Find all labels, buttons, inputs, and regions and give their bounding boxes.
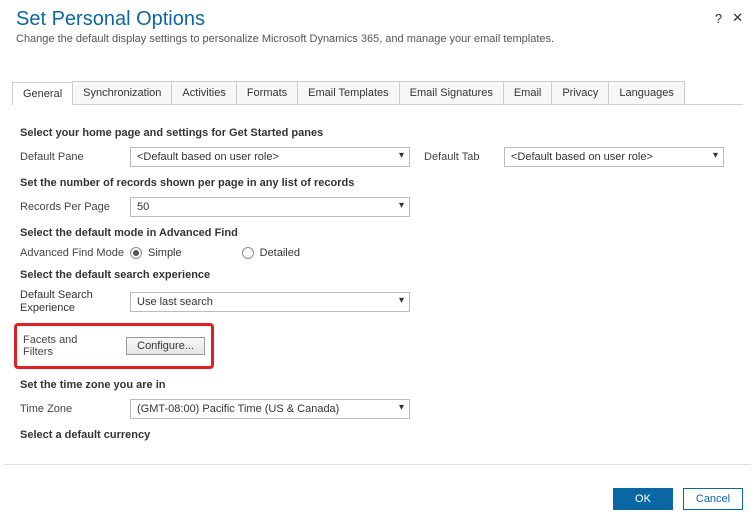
radio-simple-label: Simple — [148, 247, 182, 259]
radio-dot-icon — [130, 247, 142, 259]
default-tab-label: Default Tab — [424, 151, 504, 163]
tab-languages[interactable]: Languages — [608, 81, 684, 104]
page-subtitle: Change the default display settings to p… — [16, 33, 739, 45]
facets-highlight: Facets and Filters Configure... — [14, 323, 214, 369]
cancel-button[interactable]: Cancel — [683, 488, 743, 510]
section-homepage-heading: Select your home page and settings for G… — [20, 127, 735, 139]
tab-general[interactable]: General — [12, 82, 73, 105]
radio-simple[interactable]: Simple — [130, 247, 182, 259]
default-tab-value: <Default based on user role> — [511, 151, 653, 163]
tab-email[interactable]: Email — [503, 81, 553, 104]
facets-filters-label: Facets and Filters — [23, 334, 106, 358]
timezone-select[interactable]: (GMT-08:00) Pacific Time (US & Canada) — [130, 399, 410, 419]
section-search-heading: Select the default search experience — [20, 269, 735, 281]
section-findmode-heading: Select the default mode in Advanced Find — [20, 227, 735, 239]
tab-privacy[interactable]: Privacy — [551, 81, 609, 104]
ok-button[interactable]: OK — [613, 488, 673, 510]
default-pane-select[interactable]: <Default based on user role> — [130, 147, 410, 167]
records-per-page-label: Records Per Page — [20, 201, 130, 213]
tab-email-templates[interactable]: Email Templates — [297, 81, 400, 104]
default-search-experience-value: Use last search — [137, 296, 213, 308]
tab-formats[interactable]: Formats — [236, 81, 298, 104]
default-search-experience-label: Default Search Experience — [20, 289, 130, 315]
records-per-page-select[interactable]: 50 — [130, 197, 410, 217]
default-tab-select[interactable]: <Default based on user role> — [504, 147, 724, 167]
configure-button[interactable]: Configure... — [126, 337, 205, 355]
default-pane-value: <Default based on user role> — [137, 151, 279, 163]
section-currency-heading: Select a default currency — [20, 429, 735, 441]
close-icon[interactable]: ✕ — [732, 10, 743, 26]
timezone-value: (GMT-08:00) Pacific Time (US & Canada) — [137, 403, 339, 415]
records-per-page-value: 50 — [137, 201, 149, 213]
tab-synchronization[interactable]: Synchronization — [72, 81, 172, 104]
default-search-experience-select[interactable]: Use last search — [130, 292, 410, 312]
timezone-label: Time Zone — [20, 403, 130, 415]
content-panel: Select your home page and settings for G… — [4, 105, 751, 465]
radio-detailed-label: Detailed — [260, 247, 300, 259]
radio-dot-icon — [242, 247, 254, 259]
section-timezone-heading: Set the time zone you are in — [20, 379, 735, 391]
page-title: Set Personal Options — [16, 8, 739, 31]
help-icon[interactable]: ? — [715, 11, 722, 26]
tab-activities[interactable]: Activities — [171, 81, 236, 104]
tab-strip: General Synchronization Activities Forma… — [12, 81, 743, 105]
section-records-heading: Set the number of records shown per page… — [20, 177, 735, 189]
tab-email-signatures[interactable]: Email Signatures — [399, 81, 504, 104]
default-pane-label: Default Pane — [20, 151, 130, 163]
radio-detailed[interactable]: Detailed — [242, 247, 300, 259]
advanced-find-mode-label: Advanced Find Mode — [20, 247, 130, 259]
